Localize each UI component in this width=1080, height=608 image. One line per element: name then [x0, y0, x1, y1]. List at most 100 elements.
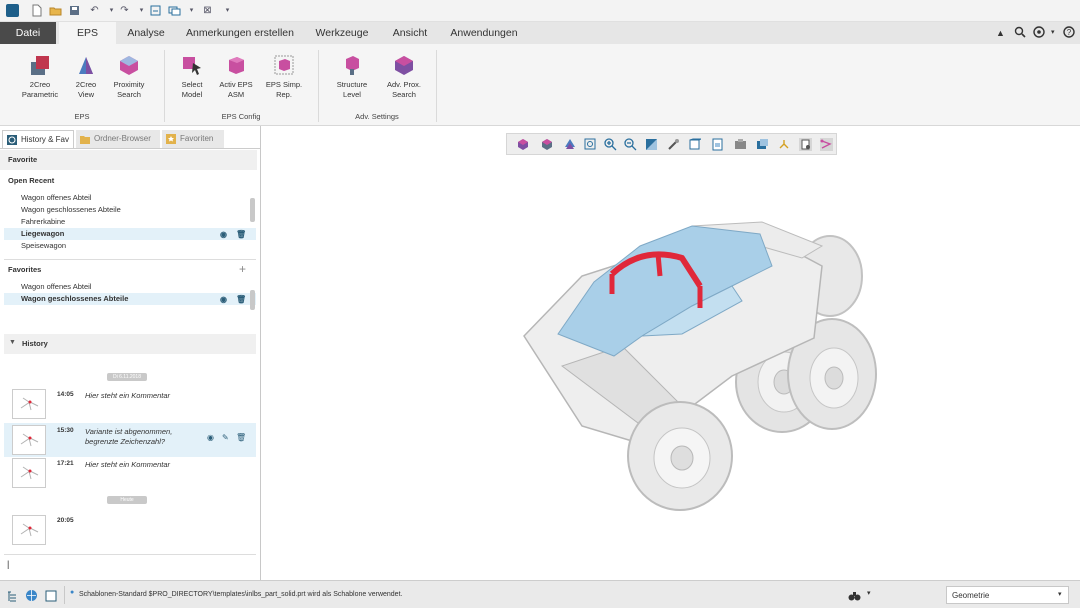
app-icon[interactable]	[6, 4, 19, 17]
tab-folder-browser[interactable]: Ordner-Browser	[76, 130, 160, 148]
proximity-search-icon	[120, 56, 138, 75]
history-entry[interactable]: 14:05 Hier steht ein Kommentar	[4, 387, 256, 421]
repaint-icon[interactable]	[645, 138, 658, 151]
reorient-icon[interactable]	[564, 138, 577, 151]
model-thumbnail	[12, 425, 46, 455]
new-file-icon[interactable]	[30, 4, 43, 17]
vehicle-model[interactable]	[262, 126, 1080, 580]
select-model-button[interactable]: Select Model	[176, 54, 208, 100]
history-icon	[7, 135, 17, 145]
adv-prox-search-icon	[395, 56, 413, 75]
creo-parametric-icon	[31, 56, 49, 75]
recent-item[interactable]: Wagon offenes Abteil	[4, 192, 256, 204]
eps-simp-rep-icon	[274, 55, 294, 75]
saved-views-icon[interactable]	[541, 138, 554, 151]
model-thumbnail	[12, 515, 46, 545]
adv-prox-search-button[interactable]: Adv. Prox. Search	[382, 54, 426, 100]
fullscreen-icon[interactable]	[45, 590, 57, 602]
favorites-scrollbar[interactable]	[250, 290, 255, 310]
view-eye-icon[interactable]: ◉	[207, 433, 214, 442]
tab-eps[interactable]: EPS	[59, 22, 116, 44]
history-entry[interactable]: 20:05	[4, 513, 256, 547]
view-eye-icon[interactable]: ◉	[220, 294, 227, 306]
model-tree-toggle-icon[interactable]	[6, 590, 18, 602]
save-icon[interactable]	[68, 4, 81, 17]
help-icon[interactable]: ?	[1063, 26, 1075, 42]
datum-display-icon[interactable]	[778, 138, 791, 151]
windows-icon[interactable]	[168, 4, 181, 17]
redo-dropdown-icon[interactable]: ▾	[135, 4, 148, 17]
structure-level-button[interactable]: Structure Level	[330, 54, 374, 100]
view-manager-icon[interactable]	[734, 138, 747, 151]
group-separator	[436, 50, 437, 122]
spin-center-icon[interactable]	[799, 138, 812, 151]
delete-trash-icon[interactable]: 🗑	[236, 433, 246, 442]
tab-tools[interactable]: Werkzeuge	[304, 22, 380, 44]
regenerate-icon[interactable]	[149, 4, 162, 17]
zoom-out-icon[interactable]	[624, 138, 637, 151]
activ-eps-asm-button[interactable]: Activ EPS ASM	[216, 54, 256, 100]
group-label-eps: EPS	[74, 112, 90, 121]
model-thumbnail	[12, 458, 46, 488]
undo-icon[interactable]: ↶	[88, 4, 101, 17]
collapse-arrow-icon[interactable]: ▼	[9, 339, 16, 346]
history-time: 14:05	[57, 391, 74, 398]
close-window-icon[interactable]: ⊠	[201, 4, 214, 17]
recent-item[interactable]: Wagon geschlossenes Abteile	[4, 204, 256, 216]
annotation-display-icon[interactable]	[820, 138, 833, 151]
tab-apps[interactable]: Anwendungen	[440, 22, 528, 44]
section-icon[interactable]	[756, 138, 769, 151]
delete-trash-icon[interactable]: 🗑	[236, 294, 246, 306]
tab-annotations[interactable]: Anmerkungen erstellen	[178, 22, 302, 44]
named-views-icon[interactable]	[711, 138, 724, 151]
comment-input[interactable]: |	[4, 554, 256, 574]
tab-view[interactable]: Ansicht	[382, 22, 438, 44]
redo-icon[interactable]: ↷	[118, 4, 131, 17]
history-entry[interactable]: 17:21 Hier steht ein Kommentar	[4, 456, 256, 490]
recent-scrollbar[interactable]	[250, 198, 255, 222]
open-folder-icon[interactable]	[49, 4, 62, 17]
customize-toolbar-icon[interactable]: ▾	[221, 4, 234, 17]
selection-filter-dropdown[interactable]: Geometrie ▾	[946, 586, 1069, 604]
find-dropdown-icon[interactable]: ▾	[867, 589, 871, 597]
history-header[interactable]: ▼ History	[4, 334, 256, 354]
history-entry-selected[interactable]: 15:30 Variante ist abgenommen, begrenzte…	[4, 423, 256, 457]
zoom-window-icon[interactable]	[584, 138, 597, 151]
history-comment: Hier steht ein Kommentar	[85, 460, 171, 469]
favorite-item[interactable]: Wagon offenes Abteil	[4, 281, 256, 293]
undo-dropdown-icon[interactable]: ▾	[105, 4, 118, 17]
status-divider	[64, 586, 65, 604]
help-dropdown-icon[interactable]: ▾	[1051, 26, 1055, 40]
activ-eps-icon	[229, 57, 244, 74]
proximity-search-button[interactable]: Proximity Search	[108, 54, 150, 100]
help-center-icon[interactable]	[1033, 26, 1045, 42]
windows-dropdown-icon[interactable]: ▾	[185, 4, 198, 17]
eps-simp-rep-button[interactable]: EPS Simp. Rep.	[264, 54, 304, 100]
find-binoculars-icon[interactable]	[848, 589, 861, 602]
recent-item[interactable]: Speisewagon	[4, 240, 256, 252]
tab-history-fav[interactable]: History & Fav	[2, 130, 74, 148]
tab-favorites[interactable]: Favoriten	[162, 130, 224, 148]
add-favorite-icon[interactable]: +	[239, 262, 246, 276]
search-icon[interactable]	[1014, 26, 1026, 42]
recent-item-selected[interactable]: Liegewagon ◉ 🗑	[4, 228, 256, 240]
refit-icon[interactable]	[517, 138, 530, 151]
graphics-toolbar	[506, 133, 837, 155]
wheel-front-left	[627, 401, 733, 511]
quick-access-toolbar: ↶ ▾ ↷ ▾ ▾ ⊠ ▾	[0, 0, 1080, 22]
2creo-view-button[interactable]: 2Creo View	[68, 54, 104, 100]
favorite-item-selected[interactable]: Wagon geschlossenes Abteile ◉ 🗑	[4, 293, 256, 305]
display-style-icon[interactable]	[688, 138, 701, 151]
recent-item[interactable]: Fahrerkabine	[4, 216, 256, 228]
collapse-ribbon-icon[interactable]: ▲	[996, 26, 1005, 40]
2creo-parametric-button[interactable]: 2Creo Parametric	[14, 54, 66, 100]
tab-file[interactable]: Datei	[0, 22, 56, 44]
browser-toggle-icon[interactable]	[25, 589, 38, 602]
zoom-in-icon[interactable]	[604, 138, 617, 151]
graphics-viewport[interactable]	[262, 126, 1080, 580]
group-label-adv-settings: Adv. Settings	[355, 112, 399, 121]
structure-level-icon	[346, 56, 359, 75]
tab-analyse[interactable]: Analyse	[116, 22, 176, 44]
edit-pencil-icon[interactable]: ✎	[222, 433, 229, 442]
perspective-icon[interactable]	[667, 138, 680, 151]
